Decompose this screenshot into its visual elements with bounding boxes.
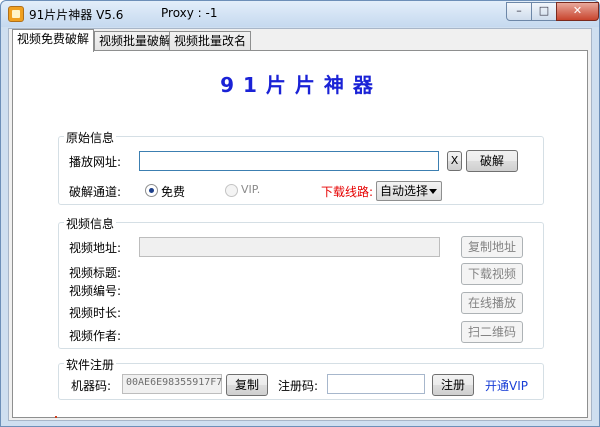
download-route-select[interactable]: 自动选择 — [376, 181, 442, 201]
proxy-status: Proxy : -1 — [161, 6, 218, 20]
video-address-field[interactable] — [139, 237, 440, 257]
decorative-dot — [55, 416, 57, 418]
open-vip-link[interactable]: 开通VIP — [485, 377, 528, 394]
video-address-label: 视频地址: — [69, 241, 122, 255]
original-info-title: 原始信息 — [64, 129, 117, 146]
tab-batch-crack[interactable]: 视频批量破解 — [94, 31, 176, 51]
scan-qr-button[interactable]: 扫二维码 — [461, 321, 523, 343]
video-title-label: 视频标题: — [69, 266, 122, 280]
radio-free-label: 免费 — [161, 185, 186, 199]
registration-title: 软件注册 — [64, 356, 117, 373]
download-video-button[interactable]: 下载视频 — [461, 263, 523, 285]
video-info-group: 视频信息 视频地址: 复制地址 视频标题: 视频编号: 视频时长: 视频作者: … — [58, 215, 544, 349]
play-url-label: 播放网址: — [69, 155, 122, 169]
video-info-title: 视频信息 — [64, 215, 117, 232]
machine-code-value: 00AE6E98355917F7 — [126, 377, 223, 388]
app-icon — [8, 6, 24, 22]
machine-code-label: 机器码: — [71, 379, 112, 393]
window-title: 91片片神器 V5.6 — [29, 8, 124, 22]
video-author-label: 视频作者: — [69, 329, 122, 343]
tab-batch-rename[interactable]: 视频批量改名 — [169, 31, 251, 51]
radio-vip[interactable] — [225, 184, 238, 197]
copy-machine-code-button[interactable]: 复制 — [226, 374, 268, 396]
clear-url-button[interactable]: X — [447, 151, 462, 171]
machine-code-field[interactable]: 00AE6E98355917F7 — [122, 374, 222, 394]
register-button[interactable]: 注册 — [432, 374, 474, 396]
maximize-button[interactable]: □ — [531, 2, 557, 21]
client-area: 视频免费破解 视频批量破解 视频批量改名 91片片神器 原始信息 播放网址: X… — [8, 28, 592, 421]
online-play-button[interactable]: 在线播放 — [461, 292, 523, 314]
video-number-label: 视频编号: — [69, 284, 122, 298]
tab-free-crack[interactable]: 视频免费破解 — [12, 29, 94, 52]
download-route-value: 自动选择 — [380, 184, 429, 198]
tab-panel-free-crack: 91片片神器 原始信息 播放网址: X 破解 破解通道: 免费 VIP. 下载线… — [12, 50, 588, 418]
radio-vip-label: VIP. — [241, 183, 261, 196]
copy-address-button[interactable]: 复制地址 — [461, 236, 523, 258]
video-duration-label: 视频时长: — [69, 306, 122, 320]
close-button[interactable]: ✕ — [556, 2, 599, 21]
chevron-down-icon — [429, 189, 437, 194]
minimize-button[interactable]: – — [506, 2, 532, 21]
app-window: 91片片神器 V5.6 Proxy : -1 – □ ✕ 视频免费破解 视频批量… — [0, 0, 600, 427]
download-route-label: 下载线路: — [321, 185, 374, 199]
radio-free[interactable] — [145, 184, 158, 197]
original-info-group: 原始信息 播放网址: X 破解 破解通道: 免费 VIP. 下载线路: 自动选择 — [58, 129, 544, 205]
reg-code-label: 注册码: — [278, 379, 319, 393]
title-bar[interactable]: 91片片神器 V5.6 Proxy : -1 – □ ✕ — [1, 1, 599, 27]
registration-group: 软件注册 机器码: 00AE6E98355917F7 复制 注册码: 注册 开通… — [58, 356, 544, 400]
crack-button[interactable]: 破解 — [466, 150, 518, 172]
crack-channel-label: 破解通道: — [69, 185, 122, 199]
play-url-input[interactable] — [139, 151, 439, 171]
app-heading: 91片片神器 — [220, 73, 382, 97]
reg-code-input[interactable] — [327, 374, 425, 394]
